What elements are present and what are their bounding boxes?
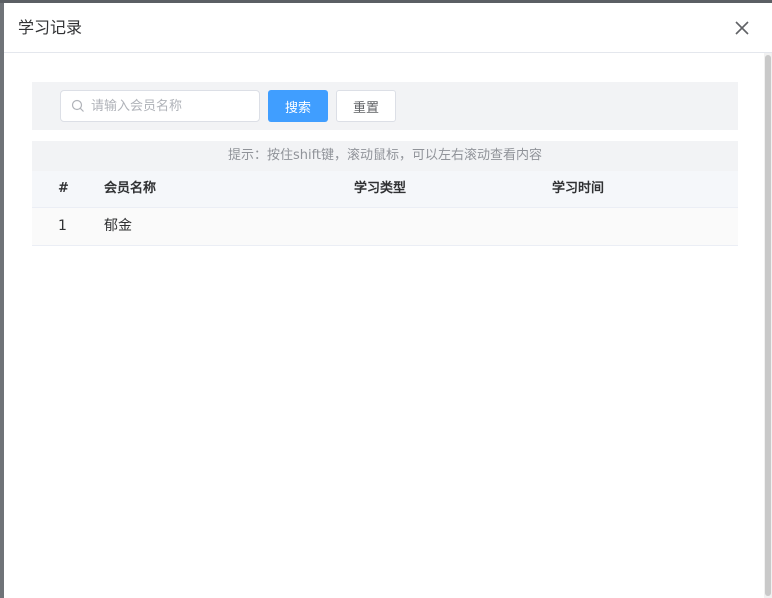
dialog-title: 学习记录 [18, 18, 83, 37]
study-record-dialog: 学习记录 搜索 重置 提示：按住shift键，滚动鼠标，可以左右滚动查看内容 #… [4, 3, 772, 598]
cell-member-name: 郁金 [104, 218, 132, 234]
close-icon [735, 21, 749, 35]
column-header-study-time: 学习时间 [552, 181, 605, 196]
cell-index: 1 [58, 218, 67, 234]
scroll-hint: 提示：按住shift键，滚动鼠标，可以左右滚动查看内容 [32, 141, 738, 171]
search-toolbar: 搜索 重置 [32, 82, 738, 130]
vertical-scrollbar[interactable] [764, 53, 772, 598]
search-button[interactable]: 搜索 [268, 90, 328, 122]
column-header-index: # [58, 181, 69, 196]
member-name-search-input[interactable] [91, 91, 251, 121]
reset-button[interactable]: 重置 [336, 90, 396, 122]
dialog-header: 学习记录 [4, 3, 772, 53]
search-input-wrapper[interactable] [60, 90, 260, 122]
scrollbar-thumb[interactable] [765, 55, 771, 596]
close-button[interactable] [732, 18, 752, 38]
column-header-study-type: 学习类型 [354, 181, 407, 196]
column-header-member-name: 会员名称 [104, 181, 157, 196]
table-row: 1 郁金 [32, 208, 738, 246]
table-header: # 会员名称 学习类型 学习时间 [32, 171, 738, 208]
search-icon [71, 99, 84, 112]
